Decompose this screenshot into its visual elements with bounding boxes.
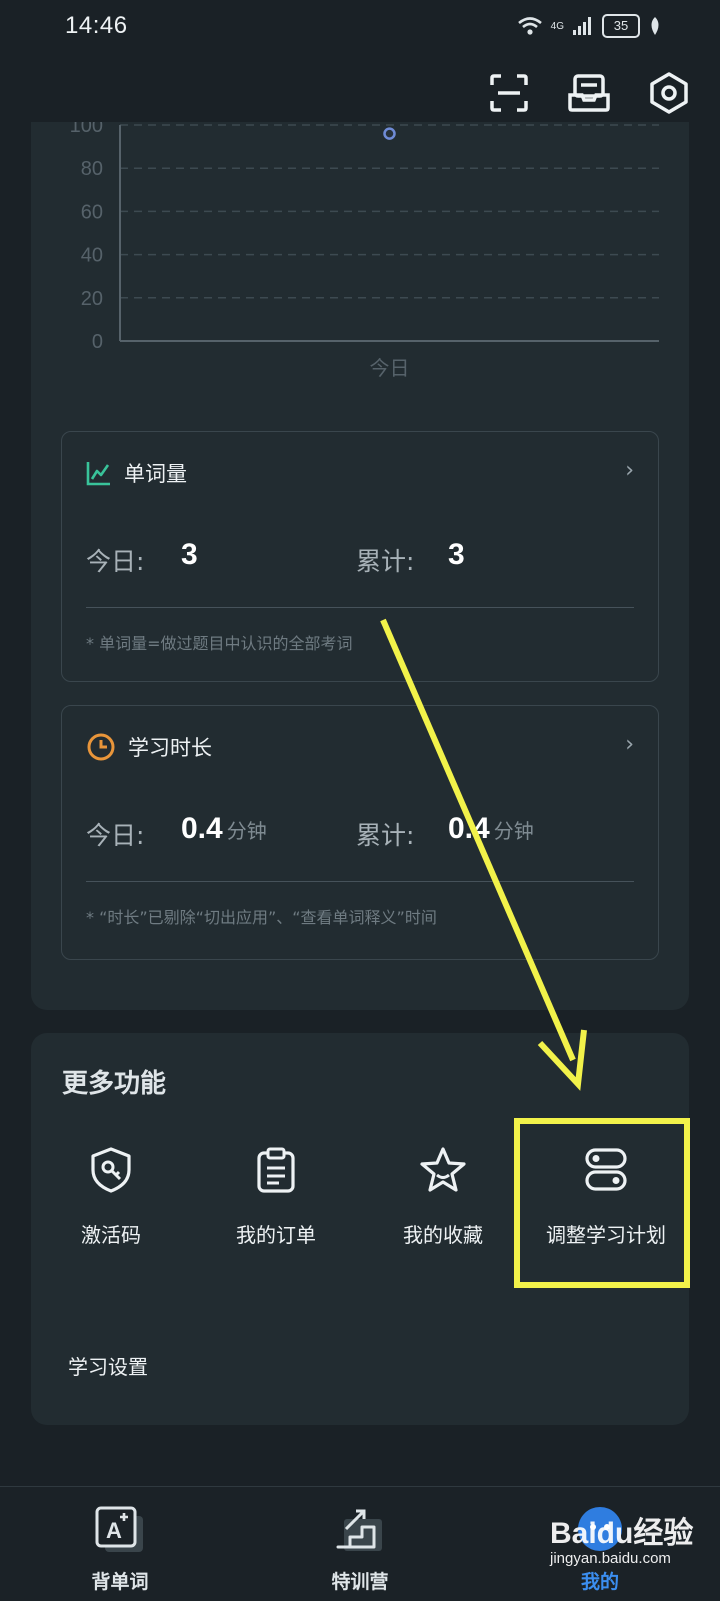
watermark-url: jingyan.baidu.com [550, 1550, 671, 1567]
study-time-values: 今日: 0.4 分钟 累计: 0.4 分钟 [86, 808, 634, 858]
feature-label: 我的收藏 [403, 1223, 483, 1247]
study-time-card[interactable]: 学习时长 › 今日: 0.4 分钟 累计: 0.4 分钟 * “时长”已剔除“切出应… [61, 705, 659, 960]
clipboard-icon [257, 1147, 295, 1193]
stats-panel: 0 20 40 60 80 100 今日 单词量 › 今日: 3 累计: 3 * 单词量=做… [31, 122, 689, 1010]
scan-icon [490, 74, 528, 112]
inbox-button[interactable] [568, 72, 610, 114]
status-icons: 4G 35 [517, 14, 662, 38]
divider [86, 881, 634, 882]
word-count-values: 今日: 3 累计: 3 [86, 534, 634, 584]
feature-label: 激活码 [81, 1223, 141, 1247]
top-actions [488, 72, 690, 114]
feature-label: 我的订单 [236, 1223, 316, 1247]
y-tick-label: 60 [81, 201, 103, 223]
leaf-icon [651, 17, 659, 35]
word-count-header: 单词量 [86, 458, 187, 488]
svg-text:A: A [106, 1518, 122, 1543]
wifi-icon [517, 17, 542, 35]
settings-icon [650, 72, 688, 114]
total-word-value: 3 [448, 538, 465, 571]
battery-indicator: 35 [602, 14, 640, 38]
y-tick-label: 20 [81, 288, 103, 310]
status-bar: 14:46 4G 35 [0, 0, 720, 56]
today-label: 今日: [86, 821, 145, 850]
study-settings-item[interactable]: 学习设置 [68, 1351, 148, 1380]
y-tick-label: 100 [70, 122, 103, 137]
my-favorites-button[interactable]: 我的收藏 [363, 1143, 523, 1248]
inbox-icon [568, 74, 610, 112]
settings-button[interactable] [648, 72, 690, 114]
total-label: 累计: [356, 821, 415, 850]
baidu-watermark: Baidu经验 jingyan.baidu.com [550, 1508, 693, 1567]
word-count-title: 单词量 [124, 462, 187, 486]
signal-icon [573, 17, 591, 35]
tab-label: 我的 [580, 1571, 619, 1593]
tab-label: 特训营 [331, 1571, 389, 1593]
chevron-right-icon: › [625, 732, 634, 757]
more-features-title: 更多功能 [62, 1069, 167, 1099]
tab-vocabulary[interactable]: A 背单词 [60, 1505, 180, 1594]
status-time: 14:46 [65, 12, 128, 39]
highlight-box [514, 1118, 690, 1288]
total-time-value: 0.4 分钟 [448, 812, 534, 845]
word-count-card[interactable]: 单词量 › 今日: 3 累计: 3 * 单词量=做过题目中认识的全部考词 [61, 431, 659, 682]
y-tick-label: 80 [81, 158, 103, 180]
y-tick-label: 0 [92, 331, 103, 353]
divider [86, 607, 634, 608]
clock-icon [87, 733, 115, 761]
trend-chart-icon [86, 462, 110, 486]
star-icon [420, 1147, 466, 1192]
study-time-title: 学习时长 [128, 736, 212, 760]
my-orders-button[interactable]: 我的订单 [196, 1143, 356, 1248]
tab-training-camp[interactable]: 特训营 [300, 1505, 420, 1594]
y-tick-label: 40 [81, 245, 103, 267]
chevron-right-icon: › [625, 458, 634, 483]
data-point [383, 127, 396, 140]
x-tick-label: 今日 [370, 356, 410, 380]
today-label: 今日: [86, 547, 145, 576]
total-label: 累计: [356, 547, 415, 576]
network-type: 4G [550, 20, 564, 32]
study-time-note: * “时长”已剔除“切出应用”、“查看单词释义”时间 [86, 908, 437, 927]
today-time-value: 0.4 分钟 [181, 812, 267, 845]
scan-button[interactable] [488, 72, 530, 114]
study-time-header: 学习时长 [86, 732, 212, 762]
word-card-icon: A [95, 1506, 143, 1552]
tab-label: 背单词 [91, 1571, 149, 1593]
word-count-note: * 单词量=做过题目中认识的全部考词 [86, 634, 353, 653]
stairs-icon [336, 1509, 382, 1551]
progress-chart: 0 20 40 60 80 100 今日 [70, 122, 659, 380]
shield-key-icon [91, 1147, 131, 1193]
activation-code-button[interactable]: 激活码 [31, 1143, 191, 1248]
watermark-logo: Baidu经验 [550, 1517, 694, 1550]
today-word-value: 3 [181, 538, 198, 571]
